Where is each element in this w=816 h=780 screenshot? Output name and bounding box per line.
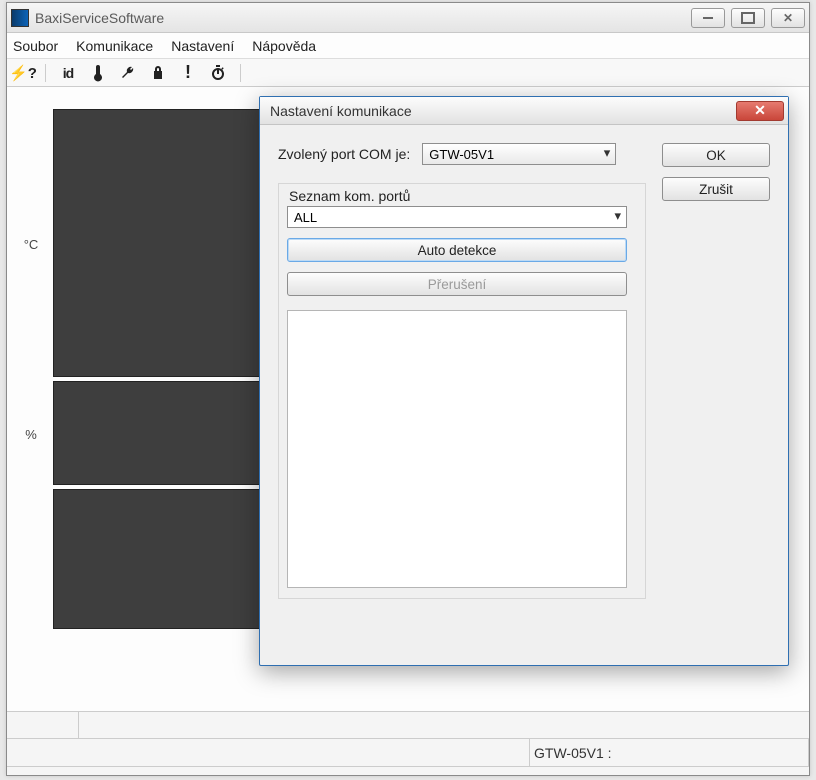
status-strip: GTW-05V1 : [7,711,809,775]
auto-detect-button[interactable]: Auto detekce [287,238,627,262]
detected-ports-listbox[interactable] [287,310,627,588]
minimize-button[interactable] [691,8,725,28]
dialog-title-text: Nastavení komunikace [270,103,412,119]
status-cell-1b [79,712,809,738]
ports-list-combo[interactable]: ALL [287,206,627,228]
cancel-label: Zrušit [699,182,733,197]
status-port-cell: GTW-05V1 : [529,739,809,766]
status-port-text: GTW-05V1 : [534,745,612,761]
port-label: Zvolený port COM je: [278,146,410,162]
app-icon [11,9,29,27]
port-combo[interactable]: GTW-05V1 [422,143,616,165]
port-combo-wrap: GTW-05V1 [422,143,616,165]
dialog-body: Zvolený port COM je: GTW-05V1 Seznam kom… [260,125,788,665]
menu-file[interactable]: Soubor [13,38,58,54]
maximize-button[interactable] [731,8,765,28]
abort-button[interactable]: Přerušení [287,272,627,296]
axis-unit-celsius: °C [11,109,51,379]
toolbar: ⚡? id ! [7,59,809,87]
ports-list-wrap: ALL [287,206,627,228]
menu-communication[interactable]: Komunikace [76,38,153,54]
abort-label: Přerušení [428,277,487,292]
ports-group: Seznam kom. portů ALL Auto detekce Přeru… [278,183,646,599]
port-row: Zvolený port COM je: GTW-05V1 [278,143,646,165]
id-icon[interactable]: id [58,63,78,83]
exclaim-icon[interactable]: ! [178,63,198,83]
wrench-icon[interactable] [118,63,138,83]
window-title: BaxiServiceSoftware [35,10,691,26]
dialog-left-column: Zvolený port COM je: GTW-05V1 Seznam kom… [278,143,646,651]
window-controls [691,8,805,28]
thermometer-icon[interactable] [88,63,108,83]
axis-column: °C % [11,109,51,489]
status-cell-1a [7,712,79,738]
ports-group-label: Seznam kom. portů [289,188,637,204]
close-button[interactable] [771,8,805,28]
toolbar-separator [45,64,46,82]
ok-label: OK [706,148,726,163]
dialog-close-button[interactable]: ✕ [736,101,784,121]
plug-question-icon[interactable]: ⚡? [13,63,33,83]
titlebar: BaxiServiceSoftware [7,3,809,33]
status-row-1 [7,711,809,739]
cancel-button[interactable]: Zrušit [662,177,770,201]
comm-settings-dialog: Nastavení komunikace ✕ Zvolený port COM … [259,96,789,666]
stopwatch-icon[interactable] [208,63,228,83]
dialog-right-column: OK Zrušit [662,143,770,651]
menubar: Soubor Komunikace Nastavení Nápověda [7,33,809,59]
ok-button[interactable]: OK [662,143,770,167]
lock-icon[interactable] [148,63,168,83]
menu-help[interactable]: Nápověda [252,38,316,54]
axis-unit-percent: % [11,379,51,489]
toolbar-separator [240,64,241,82]
menu-settings[interactable]: Nastavení [171,38,234,54]
dialog-titlebar: Nastavení komunikace ✕ [260,97,788,125]
auto-detect-label: Auto detekce [418,243,497,258]
status-row-2: GTW-05V1 : [7,739,809,767]
